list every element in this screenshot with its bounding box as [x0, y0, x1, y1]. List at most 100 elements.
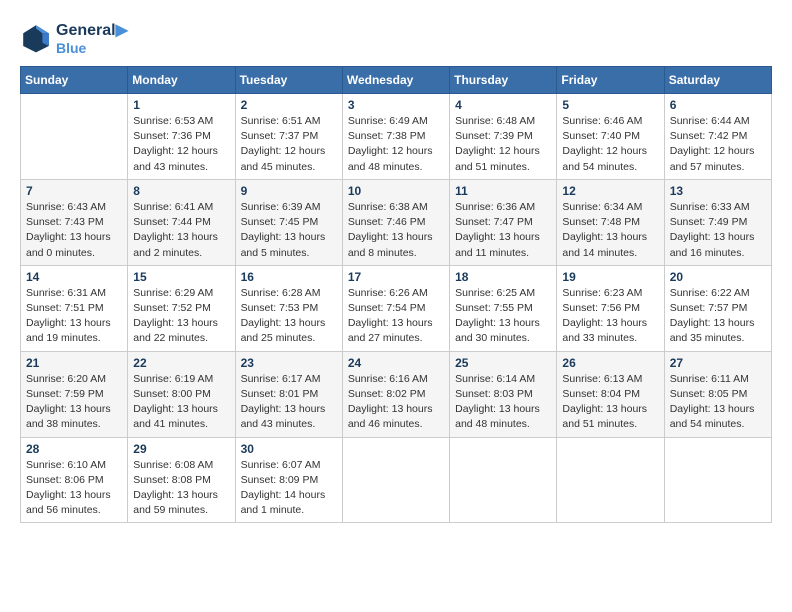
day-number: 22	[133, 356, 229, 370]
weekday-header: Tuesday	[235, 67, 342, 94]
day-info: Sunrise: 6:23 AMSunset: 7:56 PMDaylight:…	[562, 286, 658, 347]
day-info: Sunrise: 6:11 AMSunset: 8:05 PMDaylight:…	[670, 372, 766, 433]
calendar-cell: 14 Sunrise: 6:31 AMSunset: 7:51 PMDayligh…	[21, 265, 128, 351]
day-info: Sunrise: 6:20 AMSunset: 7:59 PMDaylight:…	[26, 372, 122, 433]
calendar-cell: 5 Sunrise: 6:46 AMSunset: 7:40 PMDaylight…	[557, 94, 664, 180]
day-info: Sunrise: 6:44 AMSunset: 7:42 PMDaylight:…	[670, 114, 766, 175]
calendar-cell: 25 Sunrise: 6:14 AMSunset: 8:03 PMDayligh…	[450, 351, 557, 437]
day-number: 11	[455, 184, 551, 198]
day-number: 15	[133, 270, 229, 284]
calendar-week-row: 1Sunrise: 6:53 AMSunset: 7:36 PMDaylight…	[21, 94, 772, 180]
calendar-cell: 2 Sunrise: 6:51 AMSunset: 7:37 PMDaylight…	[235, 94, 342, 180]
calendar-cell: 18 Sunrise: 6:25 AMSunset: 7:55 PMDayligh…	[450, 265, 557, 351]
calendar-week-row: 14 Sunrise: 6:31 AMSunset: 7:51 PMDayligh…	[21, 265, 772, 351]
calendar-cell	[664, 437, 771, 523]
calendar-cell: 6 Sunrise: 6:44 AMSunset: 7:42 PMDaylight…	[664, 94, 771, 180]
day-number: 6	[670, 98, 766, 112]
day-number: 14	[26, 270, 122, 284]
day-info: Sunrise: 6:13 AMSunset: 8:04 PMDaylight:…	[562, 372, 658, 433]
calendar-cell: 30Sunrise: 6:07 AMSunset: 8:09 PMDayligh…	[235, 437, 342, 523]
calendar-body: 1Sunrise: 6:53 AMSunset: 7:36 PMDaylight…	[21, 94, 772, 523]
day-number: 19	[562, 270, 658, 284]
calendar-cell	[557, 437, 664, 523]
calendar-cell: 28 Sunrise: 6:10 AMSunset: 8:06 PMDayligh…	[21, 437, 128, 523]
day-number: 28	[26, 442, 122, 456]
logo: General▶ Blue	[20, 20, 128, 56]
day-info: Sunrise: 6:28 AMSunset: 7:53 PMDaylight:…	[241, 286, 337, 347]
day-number: 18	[455, 270, 551, 284]
calendar-week-row: 21 Sunrise: 6:20 AMSunset: 7:59 PMDayligh…	[21, 351, 772, 437]
day-info: Sunrise: 6:36 AMSunset: 7:47 PMDaylight:…	[455, 200, 551, 261]
weekday-header: Monday	[128, 67, 235, 94]
weekday-header: Thursday	[450, 67, 557, 94]
day-info: Sunrise: 6:39 AMSunset: 7:45 PMDaylight:…	[241, 200, 337, 261]
calendar-cell	[342, 437, 449, 523]
calendar-week-row: 28 Sunrise: 6:10 AMSunset: 8:06 PMDayligh…	[21, 437, 772, 523]
day-number: 9	[241, 184, 337, 198]
calendar-cell: 24Sunrise: 6:16 AMSunset: 8:02 PMDayligh…	[342, 351, 449, 437]
day-number: 8	[133, 184, 229, 198]
day-info: Sunrise: 6:10 AMSunset: 8:06 PMDaylight:…	[26, 458, 122, 519]
day-info: Sunrise: 6:25 AMSunset: 7:55 PMDaylight:…	[455, 286, 551, 347]
day-info: Sunrise: 6:34 AMSunset: 7:48 PMDaylight:…	[562, 200, 658, 261]
day-number: 17	[348, 270, 444, 284]
day-info: Sunrise: 6:38 AMSunset: 7:46 PMDaylight:…	[348, 200, 444, 261]
day-number: 21	[26, 356, 122, 370]
day-info: Sunrise: 6:41 AMSunset: 7:44 PMDaylight:…	[133, 200, 229, 261]
day-info: Sunrise: 6:51 AMSunset: 7:37 PMDaylight:…	[241, 114, 337, 175]
calendar-cell	[21, 94, 128, 180]
day-info: Sunrise: 6:26 AMSunset: 7:54 PMDaylight:…	[348, 286, 444, 347]
logo-icon	[20, 22, 52, 54]
calendar-cell: 23Sunrise: 6:17 AMSunset: 8:01 PMDayligh…	[235, 351, 342, 437]
logo-text: General▶ Blue	[56, 20, 128, 56]
day-info: Sunrise: 6:43 AMSunset: 7:43 PMDaylight:…	[26, 200, 122, 261]
calendar-cell: 9 Sunrise: 6:39 AMSunset: 7:45 PMDaylight…	[235, 179, 342, 265]
calendar-cell: 27 Sunrise: 6:11 AMSunset: 8:05 PMDayligh…	[664, 351, 771, 437]
day-number: 5	[562, 98, 658, 112]
day-info: Sunrise: 6:17 AMSunset: 8:01 PMDaylight:…	[241, 372, 337, 433]
calendar-cell: 22 Sunrise: 6:19 AMSunset: 8:00 PMDayligh…	[128, 351, 235, 437]
calendar-cell: 19 Sunrise: 6:23 AMSunset: 7:56 PMDayligh…	[557, 265, 664, 351]
day-number: 2	[241, 98, 337, 112]
day-info: Sunrise: 6:19 AMSunset: 8:00 PMDaylight:…	[133, 372, 229, 433]
calendar-header: SundayMondayTuesdayWednesdayThursdayFrid…	[21, 67, 772, 94]
day-number: 20	[670, 270, 766, 284]
calendar-cell: 13Sunrise: 6:33 AMSunset: 7:49 PMDayligh…	[664, 179, 771, 265]
calendar-week-row: 7Sunrise: 6:43 AMSunset: 7:43 PMDaylight…	[21, 179, 772, 265]
weekday-header: Wednesday	[342, 67, 449, 94]
day-number: 16	[241, 270, 337, 284]
calendar-cell: 10 Sunrise: 6:38 AMSunset: 7:46 PMDayligh…	[342, 179, 449, 265]
day-number: 30	[241, 442, 337, 456]
day-info: Sunrise: 6:31 AMSunset: 7:51 PMDaylight:…	[26, 286, 122, 347]
weekday-header: Sunday	[21, 67, 128, 94]
day-number: 13	[670, 184, 766, 198]
calendar-cell: 11 Sunrise: 6:36 AMSunset: 7:47 PMDayligh…	[450, 179, 557, 265]
calendar-cell: 29 Sunrise: 6:08 AMSunset: 8:08 PMDayligh…	[128, 437, 235, 523]
day-number: 27	[670, 356, 766, 370]
day-number: 29	[133, 442, 229, 456]
day-number: 26	[562, 356, 658, 370]
calendar-cell: 20 Sunrise: 6:22 AMSunset: 7:57 PMDayligh…	[664, 265, 771, 351]
calendar-cell: 21 Sunrise: 6:20 AMSunset: 7:59 PMDayligh…	[21, 351, 128, 437]
day-number: 4	[455, 98, 551, 112]
day-number: 3	[348, 98, 444, 112]
day-info: Sunrise: 6:08 AMSunset: 8:08 PMDaylight:…	[133, 458, 229, 519]
calendar-cell: 15 Sunrise: 6:29 AMSunset: 7:52 PMDayligh…	[128, 265, 235, 351]
day-number: 10	[348, 184, 444, 198]
day-number: 12	[562, 184, 658, 198]
calendar-table: SundayMondayTuesdayWednesdayThursdayFrid…	[20, 66, 772, 523]
day-info: Sunrise: 6:29 AMSunset: 7:52 PMDaylight:…	[133, 286, 229, 347]
day-info: Sunrise: 6:46 AMSunset: 7:40 PMDaylight:…	[562, 114, 658, 175]
day-number: 25	[455, 356, 551, 370]
day-info: Sunrise: 6:22 AMSunset: 7:57 PMDaylight:…	[670, 286, 766, 347]
page-header: General▶ Blue	[20, 20, 772, 56]
calendar-cell: 8 Sunrise: 6:41 AMSunset: 7:44 PMDaylight…	[128, 179, 235, 265]
day-info: Sunrise: 6:14 AMSunset: 8:03 PMDaylight:…	[455, 372, 551, 433]
calendar-cell	[450, 437, 557, 523]
calendar-cell: 26 Sunrise: 6:13 AMSunset: 8:04 PMDayligh…	[557, 351, 664, 437]
calendar-cell: 3 Sunrise: 6:49 AMSunset: 7:38 PMDaylight…	[342, 94, 449, 180]
calendar-cell: 12 Sunrise: 6:34 AMSunset: 7:48 PMDayligh…	[557, 179, 664, 265]
calendar-cell: 17 Sunrise: 6:26 AMSunset: 7:54 PMDayligh…	[342, 265, 449, 351]
day-info: Sunrise: 6:49 AMSunset: 7:38 PMDaylight:…	[348, 114, 444, 175]
weekday-header: Saturday	[664, 67, 771, 94]
